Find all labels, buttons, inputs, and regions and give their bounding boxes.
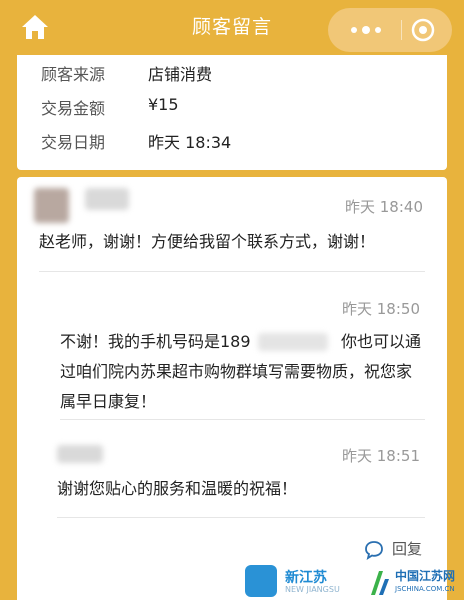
- message-time: 昨天 18:51: [342, 447, 420, 465]
- message-text: 赵老师，谢谢！方便给我留个联系方式，谢谢！: [39, 232, 376, 251]
- source-label: 顾客来源: [41, 65, 106, 84]
- message-time: 昨天 18:50: [342, 300, 420, 318]
- target-icon[interactable]: [411, 18, 435, 42]
- date-label: 交易日期: [41, 133, 106, 152]
- more-dots-icon[interactable]: [344, 22, 388, 38]
- watermark-subtitle: NEW JIANGSU: [285, 585, 340, 594]
- top-bar: 顾客留言: [0, 0, 464, 55]
- blurred-phone: [258, 333, 328, 351]
- watermark-jschina: 中国江苏网 JSCHINA.COM.CN: [365, 565, 464, 600]
- order-info-card: 顾客来源 店铺消费 交易金额 ¥15 交易日期 昨天 18:34: [17, 55, 447, 170]
- message-thread-card: 昨天 18:40 赵老师，谢谢！方便给我留个联系方式，谢谢！ 昨天 18:50 …: [17, 177, 447, 600]
- watermark-title: 中国江苏网: [395, 569, 456, 583]
- message-text-line: 过咱们院内苏果超市购物群填写需要物质，祝您家: [60, 362, 413, 381]
- message-time: 昨天 18:40: [345, 198, 423, 216]
- source-value: 店铺消费: [148, 65, 213, 84]
- comment-icon: [365, 541, 383, 560]
- amount-label: 交易金额: [41, 99, 106, 118]
- message-text: 谢谢您贴心的服务和温暖的祝福！: [57, 479, 298, 498]
- capsule-divider: [401, 20, 402, 40]
- jschina-logo-icon: [371, 571, 389, 595]
- blurred-username: [85, 188, 129, 210]
- divider: [57, 517, 425, 518]
- divider: [60, 419, 425, 420]
- reply-button[interactable]: 回复: [364, 538, 454, 560]
- reply-label: 回复: [392, 540, 423, 558]
- watermark-title: 新江苏: [285, 570, 327, 586]
- watermark-new-jiangsu: 新江苏 NEW JIANGSU: [245, 565, 365, 600]
- avatar: [34, 188, 69, 223]
- watermark-subtitle: JSCHINA.COM.CN: [395, 585, 455, 593]
- new-jiangsu-logo: [245, 565, 277, 597]
- message-text-line: 属早日康复！: [60, 392, 157, 411]
- date-value: 昨天 18:34: [148, 133, 232, 152]
- divider: [39, 271, 425, 272]
- amount-value: ¥15: [148, 95, 179, 114]
- blurred-username: [57, 445, 103, 463]
- message-text-line: 你也可以通: [341, 332, 422, 351]
- message-text-line: 不谢！我的手机号码是189: [60, 332, 251, 351]
- mini-program-capsule: [328, 8, 452, 52]
